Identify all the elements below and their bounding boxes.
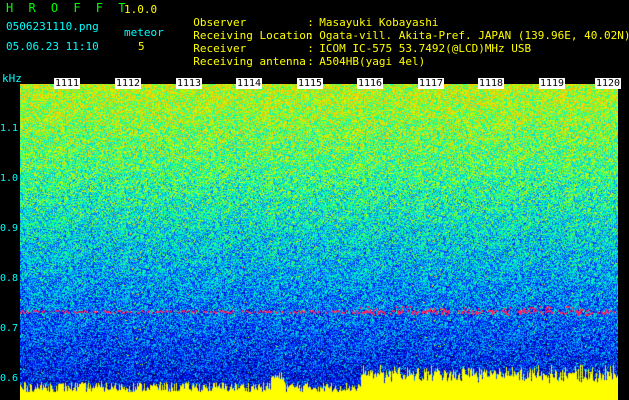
x-tick-label: 1111: [54, 78, 81, 89]
y-tick-label: 1.1: [0, 123, 19, 134]
y-tick-label: 0.7: [0, 323, 19, 334]
x-tick-label: 1120: [595, 78, 622, 89]
x-tick-label: 1112: [115, 78, 142, 89]
x-tick-label: 1119: [539, 78, 566, 89]
x-tick-label: 1118: [478, 78, 505, 89]
spectrogram-canvas: [20, 84, 618, 400]
meteor-label: meteor: [124, 26, 164, 39]
y-tick-label: 1.0: [0, 173, 19, 184]
meteor-count: 5: [138, 40, 145, 53]
x-tick-label: 1113: [176, 78, 203, 89]
y-tick-label: 0.6: [0, 373, 19, 384]
info-label: Receiving antenna: [193, 55, 306, 68]
x-tick-label: 1115: [297, 78, 324, 89]
app-version: 1.0.0: [124, 3, 158, 16]
info-colon: :: [307, 55, 314, 68]
info-value: A504HB(yagi 4el): [319, 55, 426, 68]
x-tick-label: 1114: [236, 78, 263, 89]
x-tick-label: 1117: [418, 78, 445, 89]
y-tick-label: 0.8: [0, 273, 19, 284]
x-tick-label: 1116: [357, 78, 384, 89]
app-title: H R O F F T: [6, 1, 130, 15]
date-time: 05.06.23 11:10: [6, 40, 99, 53]
y-axis-title: kHz: [2, 72, 22, 85]
info-row-antenna: Receiving antenna: A504HB(yagi 4el): [180, 42, 425, 68]
file-name: 0506231110.png: [6, 20, 99, 33]
y-tick-label: 0.9: [0, 223, 19, 234]
